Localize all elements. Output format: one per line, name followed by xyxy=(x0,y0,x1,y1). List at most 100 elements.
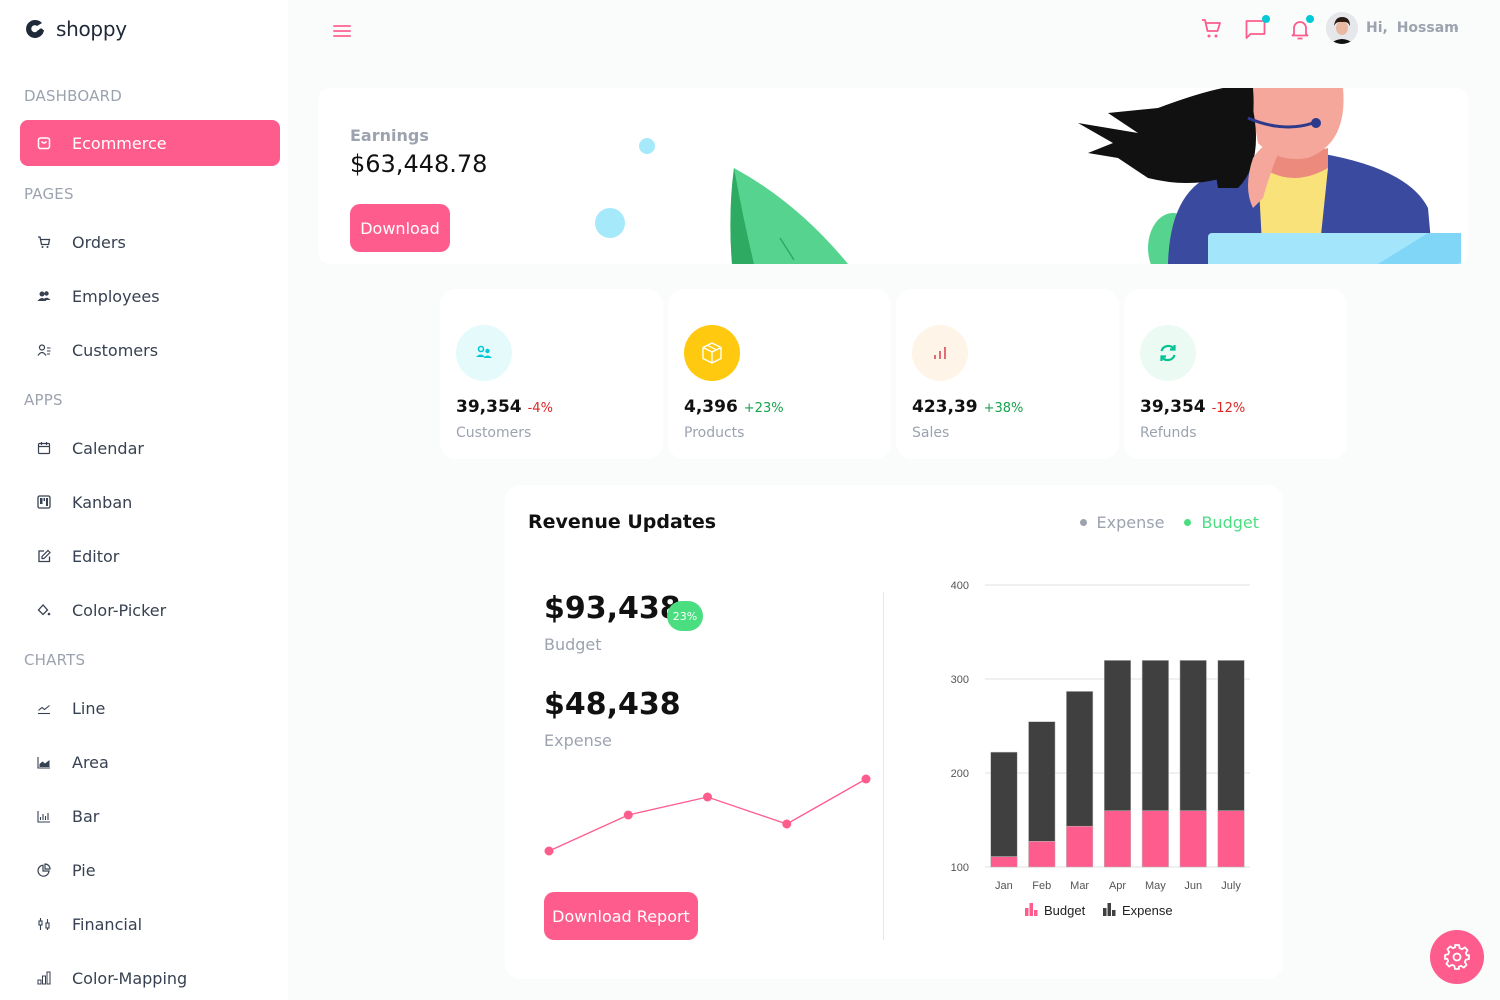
sidebar-item-editor[interactable]: Editor xyxy=(20,533,280,579)
decor-bubble xyxy=(639,138,655,154)
gear-icon xyxy=(1444,944,1470,970)
area-chart-icon xyxy=(37,755,51,769)
sparkline-point[interactable] xyxy=(782,819,792,829)
sidebar-item-employees[interactable]: Employees xyxy=(20,273,280,319)
bar-budget[interactable] xyxy=(990,856,1018,868)
sidebar-item-kanban[interactable]: Kanban xyxy=(20,479,280,525)
section-title-charts: CHARTS xyxy=(24,651,86,669)
earnings-illustration xyxy=(595,88,1461,264)
cart-button[interactable] xyxy=(1200,17,1226,43)
sidebar-item-area[interactable]: Area xyxy=(20,739,280,785)
stacked-bar-chart: 100 200 300 400 Jan Feb Mar Apr May Jun July Budget… xyxy=(951,580,1250,918)
y-tick-label: 100 xyxy=(951,862,969,874)
stat-icon-bg[interactable] xyxy=(1140,325,1196,381)
sidebar-item-ecommerce[interactable]: Ecommerce xyxy=(20,120,280,166)
legend-item-budget[interactable]: Budget xyxy=(1025,903,1086,918)
stat-change: -12% xyxy=(1211,401,1246,416)
pie-chart-icon xyxy=(37,863,51,877)
stat-card-refunds: 39,354 -12% Refunds xyxy=(1124,289,1347,459)
stat-icon-bg[interactable] xyxy=(912,325,968,381)
notifications-button[interactable] xyxy=(1288,15,1314,43)
decor-bubble xyxy=(595,208,625,238)
sparkline-point[interactable] xyxy=(861,774,871,784)
logo[interactable]: shoppy xyxy=(24,17,127,41)
sidebar-item-financial[interactable]: Financial xyxy=(20,901,280,947)
bar-budget[interactable] xyxy=(1104,810,1131,868)
user-name: Hossam xyxy=(1396,20,1459,36)
download-report-button[interactable]: Download Report xyxy=(544,892,698,940)
bar-budget[interactable] xyxy=(1217,810,1245,868)
stat-value: 39,354 -12% xyxy=(1140,397,1246,417)
revenue-card: Revenue Updates Expense Budget $93,438 2… xyxy=(505,485,1283,979)
expense-value: $48,438 xyxy=(544,687,681,722)
box-icon xyxy=(702,342,722,364)
legend-item-expense[interactable]: Expense xyxy=(1103,903,1173,918)
notification-dot xyxy=(1306,15,1314,23)
sidebar-item-calendar[interactable]: Calendar xyxy=(20,425,280,471)
sidebar-item-orders[interactable]: Orders xyxy=(20,219,280,265)
sidebar-item-pie[interactable]: Pie xyxy=(20,847,280,893)
x-tick-label: Apr xyxy=(1109,880,1126,892)
avatar[interactable] xyxy=(1326,12,1358,44)
legend-item-expense[interactable]: Expense xyxy=(1079,513,1164,532)
customers-icon xyxy=(476,345,492,358)
bar-expense[interactable] xyxy=(1179,660,1207,811)
stat-change: -4% xyxy=(527,401,553,416)
sidebar-item-label: Employees xyxy=(72,286,160,306)
bar-budget[interactable] xyxy=(1179,810,1207,868)
bar-budget[interactable] xyxy=(1141,810,1169,868)
bar-expense[interactable] xyxy=(1217,660,1245,811)
stat-icon-bg[interactable] xyxy=(456,325,512,381)
revenue-legend: Expense Budget xyxy=(1079,513,1259,532)
sidebar-item-label: Ecommerce xyxy=(72,133,167,153)
sidebar-item-label: Editor xyxy=(72,546,120,566)
x-tick-label: May xyxy=(1145,880,1166,892)
bar-expense[interactable] xyxy=(1028,721,1056,842)
sidebar-item-label: Orders xyxy=(72,232,126,252)
bar-expense[interactable] xyxy=(1141,660,1169,811)
sidebar-item-label: Pie xyxy=(72,860,96,880)
sidebar-item-label: Kanban xyxy=(72,492,133,512)
color-mapping-icon xyxy=(37,971,51,985)
employees-icon xyxy=(37,289,51,303)
bar-expense[interactable] xyxy=(990,751,1018,857)
support-agent-illustration xyxy=(1078,88,1461,264)
bar-expense[interactable] xyxy=(1104,660,1131,811)
sparkline-point[interactable] xyxy=(544,846,554,856)
bar-legend-icon xyxy=(1103,903,1116,916)
refresh-icon xyxy=(1160,344,1176,362)
cart-icon xyxy=(1202,19,1221,38)
chat-button[interactable] xyxy=(1244,15,1270,43)
greeting-text: Hi, xyxy=(1366,20,1388,36)
sidebar-item-label: Line xyxy=(72,698,106,718)
y-tick-label: 300 xyxy=(951,674,969,686)
sidebar-item-label: Bar xyxy=(72,806,100,826)
sidebar-item-label: Area xyxy=(72,752,109,772)
legend-item-budget[interactable]: Budget xyxy=(1184,513,1259,532)
user-greeting[interactable]: Hi, Hossam xyxy=(1366,20,1459,36)
section-title-dashboard: DASHBOARD xyxy=(24,87,122,105)
bar-budget[interactable] xyxy=(1066,825,1094,868)
sidebar-item-color-mapping[interactable]: Color-Mapping xyxy=(20,955,280,1000)
stat-label: Customers xyxy=(456,425,532,441)
chevron-down-icon[interactable]: ⌄ xyxy=(1452,22,1460,33)
shoppy-logo-icon xyxy=(26,19,44,38)
sidebar-item-bar[interactable]: Bar xyxy=(20,793,280,839)
stat-icon-bg[interactable] xyxy=(684,325,740,381)
sidebar-item-color-picker[interactable]: Color-Picker xyxy=(20,587,280,633)
bar-chart-icon xyxy=(37,809,51,823)
stat-card-customers: 39,354 -4% Customers xyxy=(440,289,663,459)
settings-button[interactable] xyxy=(1430,930,1484,984)
sidebar-item-line[interactable]: Line xyxy=(20,685,280,731)
sidebar-item-label: Color-Picker xyxy=(72,600,167,620)
sidebar-item-customers[interactable]: Customers xyxy=(20,327,280,373)
bar-expense[interactable] xyxy=(1066,691,1094,827)
kanban-icon xyxy=(37,495,51,509)
legend-label: Expense xyxy=(1122,903,1173,918)
x-tick-label: Feb xyxy=(1032,880,1051,892)
menu-icon[interactable] xyxy=(333,22,351,38)
sparkline-point[interactable] xyxy=(623,810,633,820)
bar-budget[interactable] xyxy=(1028,841,1056,868)
budget-percent-badge: 23% xyxy=(667,601,703,631)
sparkline-point[interactable] xyxy=(703,792,712,802)
